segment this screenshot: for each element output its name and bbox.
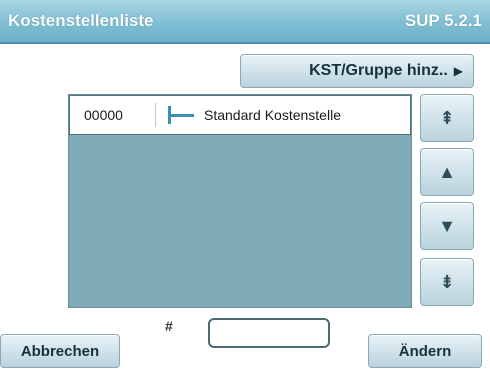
- number-field-label: #: [165, 318, 173, 334]
- double-chevron-down-icon: ⇟: [439, 271, 455, 292]
- list-item[interactable]: 00000 Standard Kostenstelle: [69, 95, 411, 135]
- arrow-right-icon: ▶: [453, 64, 463, 78]
- scroll-up-button[interactable]: ▲: [420, 148, 474, 196]
- cancel-button[interactable]: Abbrechen: [0, 334, 120, 368]
- cost-center-name: Standard Kostenstelle: [204, 107, 341, 123]
- cost-center-list[interactable]: 00000 Standard Kostenstelle: [68, 94, 412, 308]
- change-button[interactable]: Ändern: [368, 334, 482, 368]
- scroll-down-button[interactable]: ▼: [420, 202, 474, 250]
- title-bar: Kostenstellenliste SUP 5.2.1: [0, 0, 490, 44]
- cost-center-list-screen: Kostenstellenliste SUP 5.2.1 KST/Gruppe …: [0, 0, 490, 370]
- add-cost-center-group-button[interactable]: KST/Gruppe hinz.. ▶: [240, 54, 474, 88]
- version-label: SUP 5.2.1: [404, 11, 482, 30]
- cost-center-code: 00000: [70, 103, 156, 127]
- double-chevron-up-icon: ⇞: [439, 107, 455, 128]
- page-title: Kostenstellenliste: [8, 11, 154, 30]
- scroll-to-top-button[interactable]: ⇞: [420, 94, 474, 142]
- number-input[interactable]: [208, 318, 330, 348]
- chevron-up-icon: ▲: [438, 161, 456, 182]
- chevron-down-icon: ▼: [438, 215, 456, 236]
- add-button-label: KST/Gruppe hinz..: [309, 62, 448, 79]
- tree-branch-icon: [164, 103, 204, 127]
- scroll-to-bottom-button[interactable]: ⇟: [420, 258, 474, 306]
